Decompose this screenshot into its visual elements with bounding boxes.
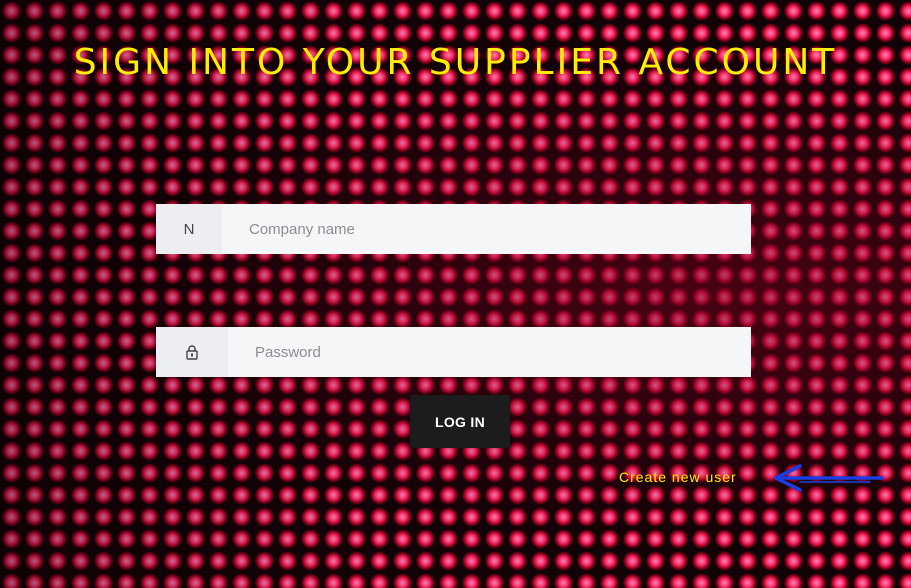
arrow-left-icon: [774, 464, 884, 492]
password-group: [156, 327, 751, 377]
password-input[interactable]: [228, 327, 751, 377]
background-led-wall: [0, 0, 911, 588]
lock-icon: [156, 327, 228, 377]
company-name-input[interactable]: [222, 204, 751, 254]
create-new-user-link[interactable]: Create new user: [619, 469, 737, 485]
company-name-addon: N: [156, 204, 222, 254]
company-name-group: N: [156, 204, 751, 254]
login-button[interactable]: LOG IN: [410, 395, 510, 448]
page-title: SIGN INTO YOUR SUPPLIER ACCOUNT: [73, 42, 838, 83]
